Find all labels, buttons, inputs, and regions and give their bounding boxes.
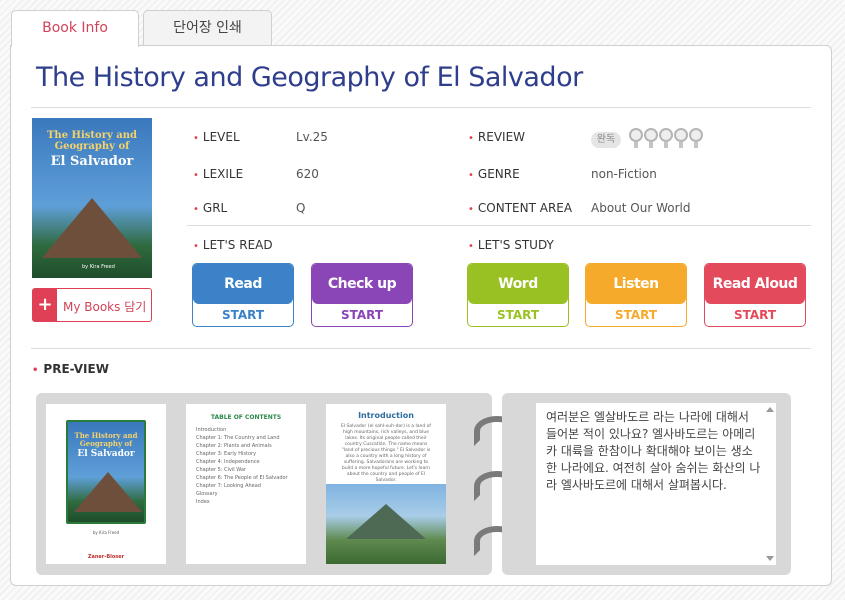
- listen-start: START: [614, 308, 658, 322]
- genre-value: non-Fiction: [591, 167, 657, 181]
- listen-button-label: Listen: [586, 264, 686, 304]
- check-up-start: START: [340, 308, 384, 322]
- toc-line: Chapter 6: The People of El Salvador: [196, 475, 288, 481]
- volcano-image: [74, 472, 142, 512]
- listen-button[interactable]: Listen START: [585, 263, 687, 327]
- toc-line: Chapter 4: Independence: [196, 459, 260, 465]
- tab-book-info[interactable]: Book Info: [11, 10, 139, 47]
- book-info-panel: The History and Geography of El Salvador…: [10, 45, 832, 586]
- divider: [31, 107, 811, 108]
- check-up-button[interactable]: Check up START: [311, 263, 413, 327]
- plus-icon: +: [33, 289, 57, 321]
- word-button[interactable]: Word START: [467, 263, 569, 327]
- add-my-books-label: My Books 담기: [63, 300, 147, 314]
- level-label: LEVEL: [193, 130, 240, 144]
- preview-page-cover[interactable]: The History and Geography of El Salvador …: [46, 404, 166, 564]
- book-description[interactable]: 여러분은 엘살바도르 라는 나라에 대해서 들어본 적이 있나요? 엘사바도르는…: [536, 403, 776, 565]
- toc: TABLE OF CONTENTS Introduction Chapter 1…: [196, 414, 296, 506]
- medal-icon: [689, 128, 703, 148]
- level-value: Lv.25: [296, 130, 328, 144]
- toc-line: Index: [196, 499, 210, 505]
- read-aloud-button-label: Read Aloud: [705, 264, 805, 304]
- intro-text: El Salvador (el sahl-vuh-dor) is a land …: [341, 424, 431, 483]
- toc-title: TABLE OF CONTENTS: [210, 414, 282, 421]
- read-button-label: Read: [193, 264, 293, 304]
- medal-icon: [659, 128, 673, 148]
- book-cover: The History and Geography of El Salvador …: [32, 118, 152, 278]
- lexile-label: LEXILE: [193, 167, 243, 181]
- scroll-down-icon[interactable]: [766, 556, 774, 561]
- mini-cover-subtitle: El Salvador: [77, 449, 135, 459]
- word-start: START: [496, 308, 540, 322]
- read-start: START: [221, 308, 265, 322]
- review-label: REVIEW: [468, 130, 525, 144]
- toc-line: Chapter 7: Looking Ahead: [196, 483, 261, 489]
- add-my-books-button[interactable]: + My Books 담기: [32, 288, 152, 322]
- preview-page-intro[interactable]: Introduction El Salvador (el sahl-vuh-do…: [326, 404, 446, 564]
- preview-page-toc[interactable]: TABLE OF CONTENTS Introduction Chapter 1…: [186, 404, 306, 564]
- lets-study-label: LET'S STUDY: [468, 238, 554, 252]
- toc-line: Chapter 5: Civil War: [196, 467, 246, 473]
- divider: [31, 348, 811, 349]
- tab-print-words[interactable]: 단어장 인쇄: [143, 10, 272, 46]
- content-area-label: CONTENT AREA: [468, 201, 572, 215]
- divider: [187, 225, 811, 226]
- volcano-image: [42, 198, 142, 258]
- content-area-value: About Our World: [591, 201, 691, 215]
- preview-label: PRE-VIEW: [32, 362, 109, 376]
- publisher-logo: Zaner-Bloser: [87, 554, 125, 560]
- toc-line: Chapter 2: Plants and Animals: [196, 443, 272, 449]
- read-aloud-button[interactable]: Read Aloud START: [704, 263, 806, 327]
- word-button-label: Word: [468, 264, 568, 304]
- review-complete-badge: 완독: [591, 132, 621, 148]
- genre-label: GENRE: [468, 167, 520, 181]
- intro-title: Introduction: [358, 411, 414, 420]
- medal-icon: [644, 128, 658, 148]
- volcano-image: [346, 504, 426, 539]
- scroll-up-icon[interactable]: [766, 407, 774, 412]
- description-text: 여러분은 엘살바도르 라는 나라에 대해서 들어본 적이 있나요? 엘사바도르는…: [546, 410, 761, 492]
- mini-cover: The History and Geography of El Salvador: [66, 420, 146, 524]
- preview-pages: The History and Geography of El Salvador …: [36, 393, 492, 575]
- toc-line: Introduction: [196, 427, 227, 433]
- grl-label: GRL: [193, 201, 227, 215]
- mini-cover-title: The History and Geography of: [74, 431, 138, 448]
- cover-subtitle: El Salvador: [50, 154, 134, 169]
- check-up-button-label: Check up: [312, 264, 412, 304]
- cover-title: The History and Geography of: [46, 130, 138, 152]
- toc-line: Chapter 1: The Country and Land: [196, 435, 280, 441]
- cover-author: by Kira Freed: [82, 264, 115, 270]
- mini-cover-author: by Kira Freed: [92, 530, 120, 535]
- medal-icon: [629, 128, 643, 148]
- read-button[interactable]: Read START: [192, 263, 294, 327]
- medal-icon: [674, 128, 688, 148]
- lets-read-label: LET'S READ: [193, 238, 273, 252]
- lexile-value: 620: [296, 167, 319, 181]
- intro-photo: [326, 484, 446, 564]
- read-aloud-start: START: [733, 308, 777, 322]
- book-title: The History and Geography of El Salvador: [36, 62, 583, 93]
- description-panel: 여러분은 엘살바도르 라는 나라에 대해서 들어본 적이 있나요? 엘사바도르는…: [502, 393, 791, 575]
- grl-value: Q: [296, 201, 306, 215]
- toc-line: Glossary: [196, 491, 218, 497]
- toc-line: Chapter 3: Early History: [196, 451, 257, 457]
